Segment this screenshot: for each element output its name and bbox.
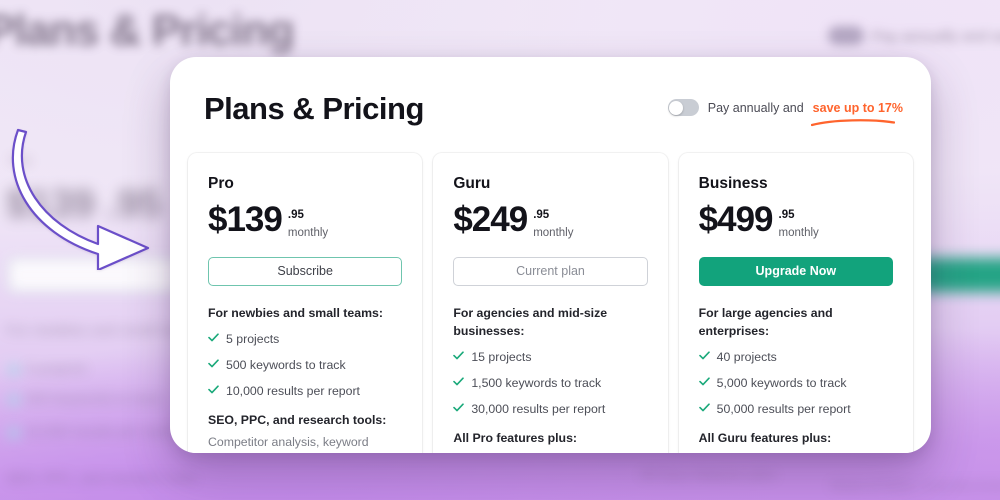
- check-icon: [453, 377, 465, 386]
- plan-price-period: monthly: [287, 227, 329, 239]
- plan-price-suffix: .95 monthly: [533, 203, 573, 241]
- background-ghost-extras-desc: Share of Voice, extended limits: [830, 478, 1000, 493]
- plan-price-cents: .95: [778, 209, 795, 221]
- billing-toggle-label: Pay annually and: [707, 100, 804, 115]
- plan-price-cents: .95: [287, 209, 304, 221]
- subscribe-button[interactable]: Subscribe: [208, 257, 403, 286]
- plan-price-row: $249 .95 monthly: [453, 200, 647, 241]
- check-icon: [453, 403, 465, 412]
- background-ghost-extras-title: SEO, PPC, and research tools:: [6, 470, 199, 486]
- plan-name: Business: [698, 175, 768, 192]
- plan-audience: For large agencies and enterprises:: [698, 306, 833, 338]
- feature-item: 1,500 keywords to track: [453, 376, 647, 392]
- background-ghost-feature: 10,000 results per report: [26, 423, 179, 439]
- plan-audience: For agencies and mid-size businesses:: [453, 306, 608, 338]
- annual-billing-toggle[interactable]: [667, 99, 699, 116]
- plan-price-row: $139 .95 monthly: [208, 200, 402, 241]
- feature-item: 5,000 keywords to track: [698, 375, 893, 392]
- billing-period-toggle-row: Pay annually and save up to 17%: [667, 99, 903, 126]
- feature-label: 15 projects: [471, 349, 532, 364]
- background-ghost-check-icon: [8, 394, 20, 406]
- upgrade-now-button[interactable]: Upgrade Now: [698, 257, 893, 286]
- plan-name: Guru: [453, 175, 491, 192]
- feature-item: 50,000 results per report: [698, 401, 893, 418]
- savings-underline-icon: [810, 118, 895, 126]
- background-ghost-check-icon: [8, 427, 20, 439]
- feature-item: 15 projects: [453, 350, 647, 366]
- feature-label: 30,000 results per report: [471, 401, 606, 416]
- check-icon: [453, 351, 465, 360]
- feature-item: 10,000 results per report: [208, 384, 402, 400]
- background-ghost-title: Plans & Pricing: [0, 6, 295, 55]
- background-ghost-check-icon: [8, 364, 20, 376]
- plan-price-suffix: .95 monthly: [779, 203, 819, 241]
- check-icon: [698, 377, 710, 386]
- feature-item: 5 projects: [208, 332, 402, 348]
- plan-price: $139: [208, 200, 283, 239]
- feature-label: 5 projects: [226, 331, 280, 346]
- plan-card-business: Business $499 .95 monthly Upgrade Now Fo…: [678, 153, 913, 454]
- plan-extras-title: SEO, PPC, and research tools:: [208, 412, 387, 427]
- background-ghost-toggle-text: Pay annually and save up to 17%: [872, 28, 1000, 45]
- background-ghost-feature: 500 keywords to track: [26, 390, 163, 406]
- background-ghost-toggle: [828, 26, 864, 45]
- plans-grid: Pro $139 .95 monthly Subscribe For newbi…: [170, 153, 931, 453]
- plan-extras-title: All Guru features plus:: [698, 430, 832, 445]
- plan-extras-description: Content Marketing Toolkit, historical: [453, 451, 647, 454]
- current-plan-button[interactable]: Current plan: [453, 257, 648, 286]
- feature-label: 40 projects: [716, 349, 777, 364]
- feature-item: 40 projects: [698, 349, 893, 366]
- feature-label: 500 keywords to track: [226, 357, 346, 372]
- plan-price: $499: [698, 200, 774, 239]
- pricing-modal: Plans & Pricing Pay annually and save up…: [170, 57, 931, 453]
- plan-price-row: $499 .95 monthly: [698, 200, 893, 241]
- plan-price-cents: .95: [533, 209, 550, 221]
- feature-item: 500 keywords to track: [208, 358, 402, 374]
- check-icon: [208, 333, 219, 342]
- check-icon: [698, 351, 710, 360]
- check-icon: [208, 359, 219, 368]
- plan-price-period: monthly: [778, 227, 819, 239]
- background-ghost-extras-title: All Guru features plus:: [640, 466, 779, 482]
- feature-label: 10,000 results per report: [226, 383, 360, 398]
- modal-header: Plans & Pricing Pay annually and save up…: [170, 57, 931, 153]
- feature-item: 30,000 results per report: [453, 402, 647, 418]
- feature-label: 50,000 results per report: [716, 401, 851, 416]
- plan-extras-description: Competitor analysis, keyword research, w…: [208, 434, 369, 449]
- toggle-knob: [669, 100, 684, 115]
- plan-card-pro: Pro $139 .95 monthly Subscribe For newbi…: [188, 153, 423, 453]
- plan-price-period: monthly: [533, 227, 574, 239]
- billing-savings-text: save up to 17%: [812, 100, 903, 115]
- check-icon: [698, 403, 710, 412]
- curved-arrow-annotation: [11, 128, 150, 270]
- check-icon: [208, 385, 219, 394]
- feature-label: 5,000 keywords to track: [716, 375, 847, 390]
- plan-price: $249: [453, 200, 528, 239]
- plan-audience: For newbies and small teams:: [208, 306, 383, 320]
- plan-extras-description: Share of Voice, extended limits, API acc…: [699, 451, 893, 454]
- feature-label: 1,500 keywords to track: [471, 375, 602, 390]
- background-ghost-feature: 5 projects: [26, 360, 87, 376]
- billing-savings-label: save up to 17%: [810, 100, 903, 126]
- plan-price-suffix: .95 monthly: [288, 203, 328, 241]
- plan-card-guru: Guru $249 .95 monthly Current plan For a…: [433, 153, 668, 454]
- plan-name: Pro: [208, 175, 234, 192]
- plan-extras-title: All Pro features plus:: [453, 430, 578, 445]
